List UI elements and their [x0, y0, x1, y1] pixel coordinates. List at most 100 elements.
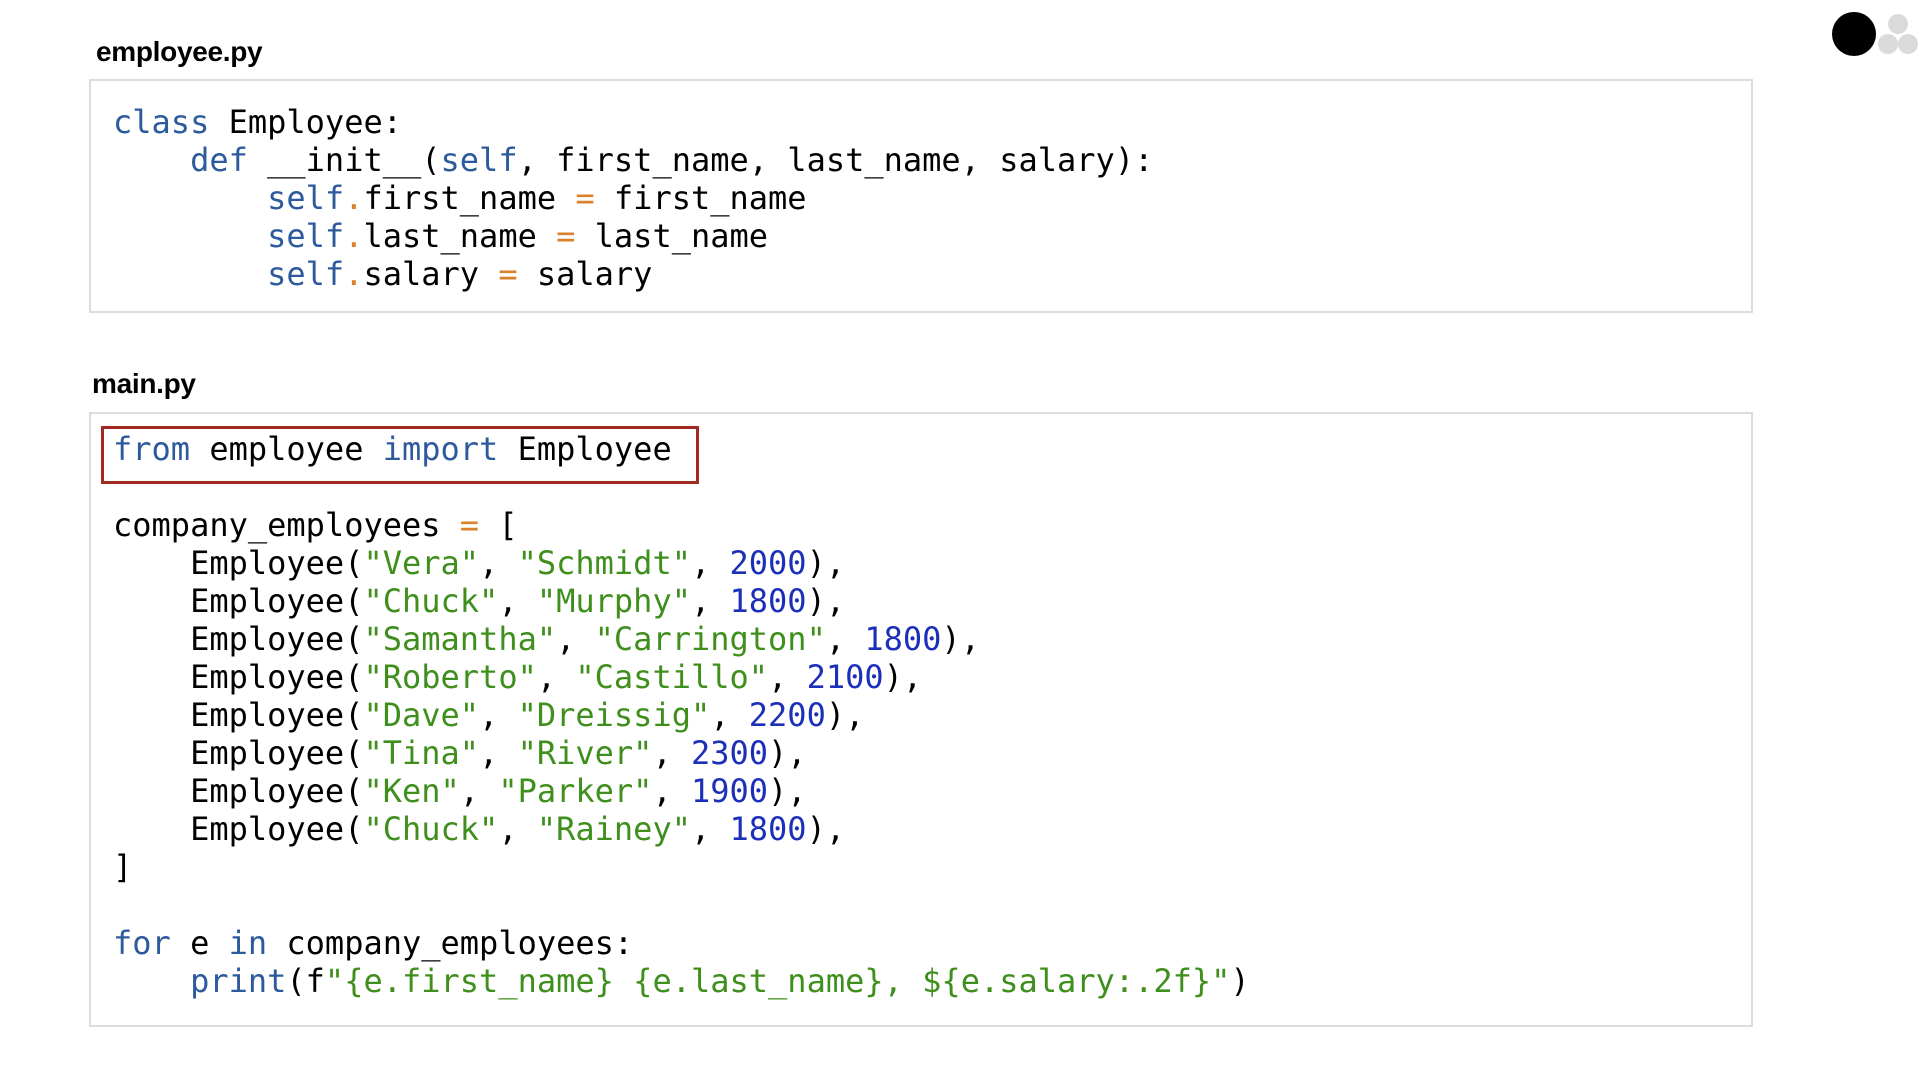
code-token: "Rainey" — [536, 810, 691, 848]
code-token: self — [267, 217, 345, 255]
slide-dot-active[interactable] — [1832, 12, 1876, 56]
code-token: , — [479, 696, 518, 734]
code-token: last_name — [575, 217, 769, 255]
code-token: "Ken" — [363, 772, 460, 810]
code-token: 1800 — [864, 620, 942, 658]
code-line: Employee("Ken", "Parker", 1900), — [113, 772, 1250, 810]
code-token: "Chuck" — [363, 582, 499, 620]
code-token: 2000 — [729, 544, 807, 582]
code-panel-main: from employee import Employee company_emp… — [89, 412, 1753, 1027]
code-token: ), — [806, 810, 846, 848]
code-token: Employee( — [113, 658, 364, 696]
code-token: company_employees — [113, 506, 460, 544]
code-line: Employee("Dave", "Dreissig", 2200), — [113, 696, 1250, 734]
code-token: 1800 — [729, 810, 807, 848]
code-token: __init__( — [247, 141, 441, 179]
code-token: "Tina" — [363, 734, 480, 772]
code-token: Employee: — [209, 103, 402, 141]
code-token: Employee( — [113, 772, 364, 810]
code-token: e — [170, 924, 229, 962]
code-token: . — [344, 179, 364, 217]
code-token: "Dreissig" — [517, 696, 711, 734]
code-line: Employee("Tina", "River", 2300), — [113, 734, 1250, 772]
code-token: "Chuck" — [363, 810, 499, 848]
code-token: 1900 — [690, 772, 769, 810]
slide-nav-dots — [1780, 0, 1920, 70]
file-title-main: main.py — [92, 368, 196, 399]
code-token: in — [228, 924, 268, 962]
code-token: "Carrington" — [594, 620, 826, 658]
code-line: Employee("Chuck", "Murphy", 1800), — [113, 582, 1250, 620]
code-line: from employee import Employee — [113, 430, 1250, 468]
code-token: employee — [190, 430, 383, 468]
file-title-employee: employee.py — [96, 36, 263, 67]
code-token: = — [459, 506, 480, 544]
code-token: "Schmidt" — [517, 544, 691, 582]
code-line: print(f"{e.first_name} {e.last_name}, ${… — [113, 962, 1250, 1000]
code-token: [ — [479, 506, 518, 544]
code-token: 2300 — [690, 734, 769, 772]
code-line: Employee("Chuck", "Rainey", 1800), — [113, 810, 1250, 848]
code-token: , — [556, 620, 595, 658]
slide-dot[interactable] — [1878, 34, 1898, 54]
code-panel-employee: class Employee: def __init__(self, first… — [89, 79, 1753, 313]
code-token: "Parker" — [498, 772, 653, 810]
code-token: , — [690, 810, 730, 848]
code-token: = — [575, 179, 595, 217]
code-line: self.first_name = first_name — [113, 179, 1153, 217]
code-line: Employee("Samantha", "Carrington", 1800)… — [113, 620, 1250, 658]
code-block-main: from employee import Employee company_emp… — [113, 430, 1250, 1000]
code-token: "River" — [517, 734, 653, 772]
code-token: import — [382, 430, 499, 468]
code-token: ), — [768, 772, 807, 810]
code-token: first_name — [594, 179, 807, 217]
code-token: . — [344, 217, 364, 255]
code-token: (f — [286, 962, 325, 1000]
code-token: print — [190, 962, 287, 1000]
code-token: 1800 — [729, 582, 807, 620]
code-token: , — [459, 772, 499, 810]
code-line: for e in company_employees: — [113, 924, 1250, 962]
code-token: = — [498, 255, 518, 293]
code-token: first_name — [363, 179, 576, 217]
code-token: ), — [883, 658, 923, 696]
code-token: salary — [517, 255, 653, 293]
code-token: , — [536, 658, 576, 696]
code-line: self.last_name = last_name — [113, 217, 1153, 255]
code-line: Employee("Vera", "Schmidt", 2000), — [113, 544, 1250, 582]
code-token: , — [690, 582, 730, 620]
code-token: def — [190, 141, 248, 179]
code-token: Employee( — [113, 620, 364, 658]
code-token: , — [498, 582, 537, 620]
code-token: , — [710, 696, 749, 734]
code-token: ), — [806, 582, 846, 620]
code-token: for — [113, 924, 171, 962]
code-token: ] — [113, 848, 133, 886]
code-token: , — [768, 658, 807, 696]
code-token: Employee( — [113, 544, 364, 582]
code-token: ), — [825, 696, 865, 734]
code-token: from — [113, 430, 191, 468]
code-line: company_employees = [ — [113, 506, 1250, 544]
code-token: "{e.first_name} {e.last_name}, ${e.salar… — [324, 962, 1231, 1000]
code-token: ), — [806, 544, 846, 582]
code-token: , — [825, 620, 865, 658]
code-token: , — [479, 734, 518, 772]
code-token: ), — [941, 620, 980, 658]
slide-dot[interactable] — [1888, 14, 1908, 34]
code-token: , — [652, 772, 691, 810]
code-token: salary — [363, 255, 499, 293]
code-token: = — [556, 217, 576, 255]
code-block-employee: class Employee: def __init__(self, first… — [113, 103, 1153, 293]
code-token: Employee( — [113, 696, 364, 734]
code-token: Employee( — [113, 734, 364, 772]
code-token: , — [498, 810, 537, 848]
code-token: , — [690, 544, 730, 582]
code-token: class — [113, 103, 210, 141]
code-token: ) — [1230, 962, 1250, 1000]
slide-dot[interactable] — [1898, 34, 1918, 54]
